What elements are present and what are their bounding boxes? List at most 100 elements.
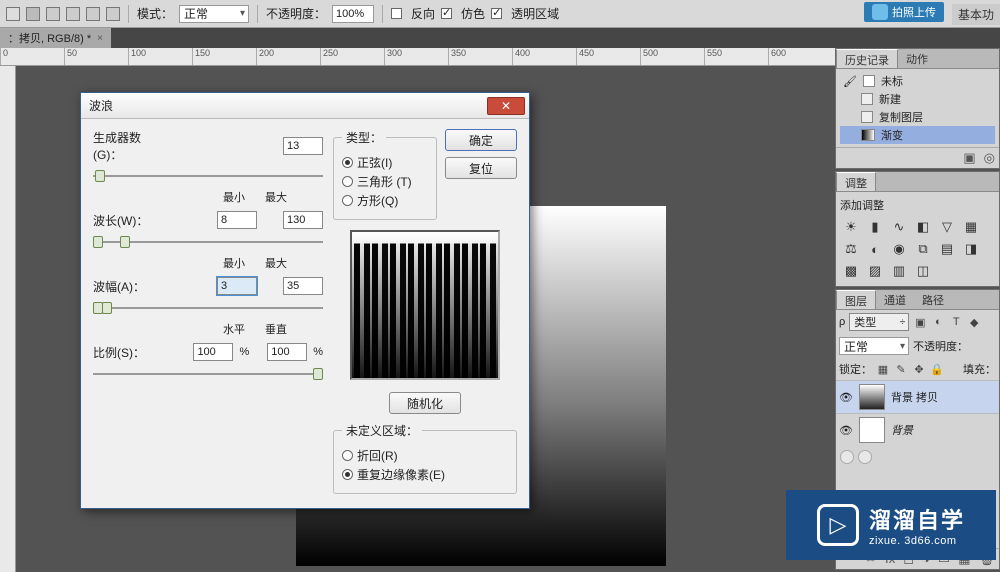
tab-history[interactable]: 历史记录 xyxy=(836,49,898,68)
opacity-input[interactable]: 100% xyxy=(332,5,374,23)
hue-icon[interactable]: ▦ xyxy=(962,219,980,235)
snapshot-icon[interactable]: ◎ xyxy=(984,150,995,166)
mixer-icon[interactable]: ⧉ xyxy=(914,241,932,257)
tab-actions[interactable]: 动作 xyxy=(898,49,936,68)
brightness-icon[interactable]: ☀ xyxy=(842,219,860,235)
lock-transparent-icon[interactable]: ▦ xyxy=(876,362,890,376)
blend-mode-select[interactable]: 正常 xyxy=(179,5,249,23)
filter-type-icon[interactable]: T xyxy=(949,315,963,329)
generators-label: 生成器数(G)： xyxy=(93,129,163,163)
exposure-icon[interactable]: ◧ xyxy=(914,219,932,235)
essentials-workspace[interactable]: 基本功 xyxy=(952,4,1000,25)
type-group: 类型： 正弦(I) 三角形 (T) 方形(Q) xyxy=(333,129,437,220)
reverse-checkbox[interactable] xyxy=(391,8,402,19)
undefined-legend: 未定义区域： xyxy=(342,422,422,439)
randomize-button[interactable]: 随机化 xyxy=(389,392,461,414)
tab-paths[interactable]: 路径 xyxy=(914,290,952,309)
levels-icon[interactable]: ▮ xyxy=(866,219,884,235)
tab-layers[interactable]: 图层 xyxy=(836,290,876,309)
horiz-label: 水平 xyxy=(223,321,245,337)
lock-position-icon[interactable]: ✥ xyxy=(912,362,926,376)
visibility-icon[interactable]: 👁 xyxy=(839,391,853,404)
upload-icon xyxy=(872,4,888,20)
filter-adjust-icon[interactable]: ◐ xyxy=(931,315,945,329)
dialog-title: 波浪 xyxy=(89,97,113,114)
watermark-logo: ▷ xyxy=(817,504,859,546)
invert-icon[interactable]: ◨ xyxy=(962,241,980,257)
type-sine-radio[interactable]: 正弦(I) xyxy=(342,154,428,171)
visibility-icon[interactable]: 👁 xyxy=(839,424,853,437)
layer-row-bg[interactable]: 👁 背景 xyxy=(836,413,999,446)
layer-row-copy[interactable]: 👁 背景 拷贝 xyxy=(836,380,999,413)
scale-slider[interactable] xyxy=(93,367,323,381)
generators-input[interactable]: 13 xyxy=(283,137,323,155)
lock-pixels-icon[interactable]: ✎ xyxy=(894,362,908,376)
opacity-label: 不透明度： xyxy=(266,5,326,22)
dither-label: 仿色 xyxy=(461,5,485,22)
mode-icon-c[interactable] xyxy=(86,7,100,21)
curves-icon[interactable]: ∿ xyxy=(890,219,908,235)
wrap-radio[interactable]: 折回(R) xyxy=(342,447,508,464)
adjustments-icons: ☀ ▮ ∿ ◧ ▽ ▦ ⚖ ◐ ◉ ⧉ ▤ ◨ ▩ ▨ ▥ ◫ xyxy=(840,215,995,283)
generators-slider[interactable] xyxy=(93,169,323,183)
history-item-duplicate[interactable]: 复制图层 xyxy=(840,108,995,126)
filter-shape-icon[interactable]: ◆ xyxy=(967,315,981,329)
transparency-checkbox[interactable] xyxy=(491,8,502,19)
amplitude-min-input[interactable]: 3 xyxy=(217,277,257,295)
bw-icon[interactable]: ◐ xyxy=(866,241,884,257)
lock-all-icon[interactable]: 🔒 xyxy=(930,362,944,376)
tab-channels[interactable]: 通道 xyxy=(876,290,914,309)
threshold-icon[interactable]: ▨ xyxy=(866,263,884,279)
layer-filter-kind[interactable]: 类型 xyxy=(849,313,909,331)
mode-icon-a[interactable] xyxy=(46,7,60,21)
tool-preset-icon[interactable] xyxy=(26,7,40,21)
repeat-edge-radio[interactable]: 重复边缘像素(E) xyxy=(342,466,508,483)
wavelength-min-input[interactable]: 8 xyxy=(217,211,257,229)
selective-icon[interactable]: ◫ xyxy=(914,263,932,279)
history-item-new[interactable]: 新建 xyxy=(840,90,995,108)
wavelength-max-input[interactable]: 130 xyxy=(283,211,323,229)
wave-preview xyxy=(350,230,500,380)
mode-icon-d[interactable] xyxy=(106,7,120,21)
dialog-titlebar[interactable]: 波浪 ✕ xyxy=(81,93,529,119)
scale-v-input[interactable]: 100 xyxy=(267,343,307,361)
amplitude-slider[interactable] xyxy=(93,301,323,315)
upload-button[interactable]: 拍照上传 xyxy=(864,2,944,22)
vibrance-icon[interactable]: ▽ xyxy=(938,219,956,235)
wavelength-slider[interactable] xyxy=(93,235,323,249)
history-item-gradient[interactable]: 渐变 xyxy=(840,126,995,144)
scale-h-input[interactable]: 100 xyxy=(193,343,233,361)
ok-button[interactable]: 确定 xyxy=(445,129,517,151)
close-icon[interactable]: × xyxy=(97,33,103,44)
min-label: 最小 xyxy=(223,189,245,205)
amplitude-max-input[interactable]: 35 xyxy=(283,277,323,295)
filter-pixel-icon[interactable]: ▣ xyxy=(913,315,927,329)
layer-opacity-label: 不透明度： xyxy=(913,338,968,354)
dither-checkbox[interactable] xyxy=(441,8,452,19)
map-icon[interactable]: ▥ xyxy=(890,263,908,279)
camera-icon[interactable]: ▣ xyxy=(963,150,975,166)
photo-filter-icon[interactable]: ◉ xyxy=(890,241,908,257)
history-snapshot[interactable]: 🖌 未标 xyxy=(840,72,995,90)
adjustments-panel: 调整 添加调整 ☀ ▮ ∿ ◧ ▽ ▦ ⚖ ◐ ◉ ⧉ ▤ ◨ ▩ ▨ ▥ ◫ xyxy=(835,171,1000,287)
options-bar: 模式： 正常 不透明度： 100% 反向 仿色 透明区域 拍照上传 基本功 xyxy=(0,0,1000,28)
close-button[interactable]: ✕ xyxy=(487,97,525,115)
watermark: ▷ 溜溜自学 zixue. 3d66.com xyxy=(786,490,996,560)
mode-icon-b[interactable] xyxy=(66,7,80,21)
reset-button[interactable]: 复位 xyxy=(445,157,517,179)
undefined-group: 未定义区域： 折回(R) 重复边缘像素(E) xyxy=(333,422,517,494)
posterize-icon[interactable]: ▩ xyxy=(842,263,860,279)
filter-icon[interactable]: ρ xyxy=(839,316,845,328)
lookup-icon[interactable]: ▤ xyxy=(938,241,956,257)
vertical-ruler xyxy=(0,66,16,572)
gradient-swatch[interactable] xyxy=(6,7,20,21)
tab-adjustments[interactable]: 调整 xyxy=(836,172,876,191)
layer-thumbnail xyxy=(859,384,885,410)
history-panel: 历史记录 动作 🖌 未标 新建 复制图层 渐变 ▣ ◎ xyxy=(835,48,1000,169)
balance-icon[interactable]: ⚖ xyxy=(842,241,860,257)
layer-blend-select[interactable]: 正常 xyxy=(839,337,909,355)
type-square-radio[interactable]: 方形(Q) xyxy=(342,192,428,209)
type-triangle-radio[interactable]: 三角形 (T) xyxy=(342,173,428,190)
document-tab[interactable]: ：拷贝, RGB/8) * × xyxy=(0,28,111,48)
mode-label: 模式： xyxy=(137,5,173,22)
